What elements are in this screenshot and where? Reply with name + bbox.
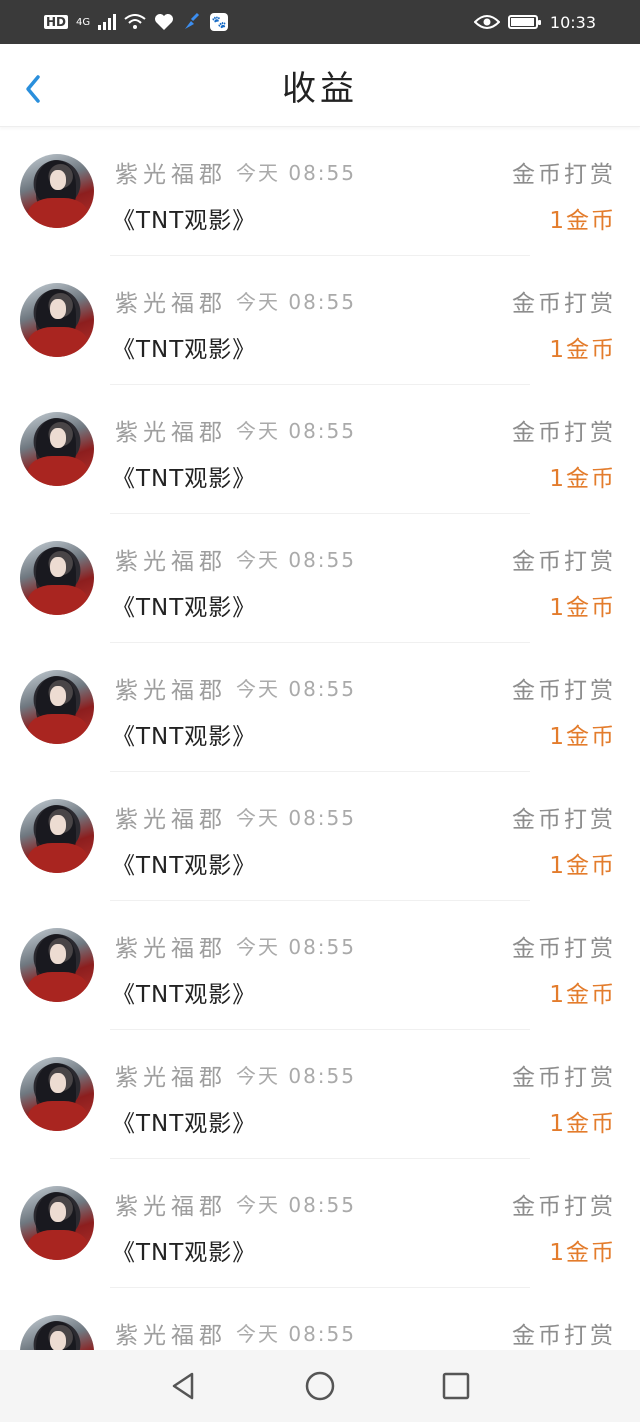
list-item[interactable]: 紫光福郡 今天 08:55 金币打赏: [0, 1288, 640, 1350]
reward-type: 金币打赏: [512, 1194, 616, 1220]
avatar[interactable]: [20, 541, 94, 615]
system-nav-bar: [0, 1350, 640, 1422]
square-recents-icon[interactable]: [438, 1368, 474, 1404]
list-item[interactable]: 紫光福郡 今天 08:55 金币打赏 《TNT观影》 1金币: [0, 514, 640, 643]
reward-type: 金币打赏: [512, 420, 616, 446]
avatar[interactable]: [20, 154, 94, 228]
record-time: 今天 08:55: [236, 161, 356, 185]
record-time: 今天 08:55: [236, 677, 356, 701]
reward-amount: 1金币: [549, 724, 616, 750]
reward-type: 金币打赏: [512, 291, 616, 317]
app-header: 收益: [0, 44, 640, 127]
reward-amount: 1金币: [549, 982, 616, 1008]
work-title: 《TNT观影》: [112, 208, 257, 234]
work-title: 《TNT观影》: [112, 466, 257, 492]
avatar[interactable]: [20, 670, 94, 744]
reward-amount: 1金币: [549, 208, 616, 234]
sender-name: 紫光福郡: [115, 420, 227, 446]
status-bar: HD 4G 🐾 10:33: [0, 0, 640, 44]
battery-icon: [507, 15, 541, 29]
list-item[interactable]: 紫光福郡 今天 08:55 金币打赏 《TNT观影》 1金币: [0, 385, 640, 514]
list-item[interactable]: 紫光福郡 今天 08:55 金币打赏 《TNT观影》 1金币: [0, 1030, 640, 1159]
list-item[interactable]: 紫光福郡 今天 08:55 金币打赏 《TNT观影》 1金币: [0, 1159, 640, 1288]
reward-type: 金币打赏: [512, 1065, 616, 1091]
work-title: 《TNT观影》: [112, 595, 257, 621]
avatar[interactable]: [20, 283, 94, 357]
record-time: 今天 08:55: [236, 1322, 356, 1346]
reward-amount: 1金币: [549, 1111, 616, 1137]
reward-amount: 1金币: [549, 595, 616, 621]
work-title: 《TNT观影》: [112, 1111, 257, 1137]
sender-name: 紫光福郡: [115, 1065, 227, 1091]
work-title: 《TNT观影》: [112, 853, 257, 879]
broom-app-icon: [185, 12, 200, 29]
avatar[interactable]: [20, 799, 94, 873]
record-time: 今天 08:55: [236, 548, 356, 572]
sender-name: 紫光福郡: [115, 807, 227, 833]
signal-icon: [98, 14, 117, 30]
heart-health-icon: [155, 14, 174, 30]
earnings-list[interactable]: 紫光福郡 今天 08:55 金币打赏 《TNT观影》 1金币 紫光福郡 今天 0…: [0, 127, 640, 1350]
record-time: 今天 08:55: [236, 290, 356, 314]
chevron-left-icon[interactable]: [18, 69, 52, 109]
reward-amount: 1金币: [549, 1240, 616, 1266]
page-title: 收益: [282, 68, 358, 109]
record-time: 今天 08:55: [236, 935, 356, 959]
reward-type: 金币打赏: [512, 1323, 616, 1349]
reward-type: 金币打赏: [512, 549, 616, 575]
sender-name: 紫光福郡: [115, 549, 227, 575]
avatar[interactable]: [20, 1057, 94, 1131]
eye-icon: [473, 15, 500, 29]
status-bar-left: HD 4G 🐾: [44, 12, 229, 32]
sender-name: 紫光福郡: [115, 1323, 227, 1349]
work-title: 《TNT观影》: [112, 724, 257, 750]
reward-type: 金币打赏: [512, 162, 616, 188]
list-item[interactable]: 紫光福郡 今天 08:55 金币打赏 《TNT观影》 1金币: [0, 256, 640, 385]
sender-name: 紫光福郡: [115, 936, 227, 962]
wifi-icon: [124, 14, 146, 29]
hd-indicator: HD: [44, 15, 69, 29]
avatar[interactable]: [20, 1186, 94, 1260]
list-item[interactable]: 紫光福郡 今天 08:55 金币打赏 《TNT观影》 1金币: [0, 901, 640, 1030]
reward-type: 金币打赏: [512, 678, 616, 704]
work-title: 《TNT观影》: [112, 337, 257, 363]
sender-name: 紫光福郡: [115, 1194, 227, 1220]
list-item[interactable]: 紫光福郡 今天 08:55 金币打赏 《TNT观影》 1金币: [0, 127, 640, 256]
triangle-back-icon[interactable]: [166, 1368, 202, 1404]
baidu-app-icon: 🐾: [210, 13, 229, 31]
sender-name: 紫光福郡: [115, 291, 227, 317]
reward-type: 金币打赏: [512, 807, 616, 833]
network-type: 4G: [76, 16, 91, 28]
avatar[interactable]: [20, 1315, 94, 1350]
circle-home-icon[interactable]: [302, 1368, 338, 1404]
clock: 10:33: [549, 12, 596, 32]
sender-name: 紫光福郡: [115, 162, 227, 188]
avatar[interactable]: [20, 928, 94, 1002]
reward-type: 金币打赏: [512, 936, 616, 962]
reward-amount: 1金币: [549, 466, 616, 492]
record-time: 今天 08:55: [236, 1193, 356, 1217]
record-time: 今天 08:55: [236, 419, 356, 443]
record-time: 今天 08:55: [236, 1064, 356, 1088]
reward-amount: 1金币: [549, 853, 616, 879]
avatar[interactable]: [20, 412, 94, 486]
work-title: 《TNT观影》: [112, 1240, 257, 1266]
list-item[interactable]: 紫光福郡 今天 08:55 金币打赏 《TNT观影》 1金币: [0, 643, 640, 772]
list-item[interactable]: 紫光福郡 今天 08:55 金币打赏 《TNT观影》 1金币: [0, 772, 640, 901]
reward-amount: 1金币: [549, 337, 616, 363]
sender-name: 紫光福郡: [115, 678, 227, 704]
work-title: 《TNT观影》: [112, 982, 257, 1008]
status-bar-right: 10:33: [473, 12, 596, 32]
record-time: 今天 08:55: [236, 806, 356, 830]
